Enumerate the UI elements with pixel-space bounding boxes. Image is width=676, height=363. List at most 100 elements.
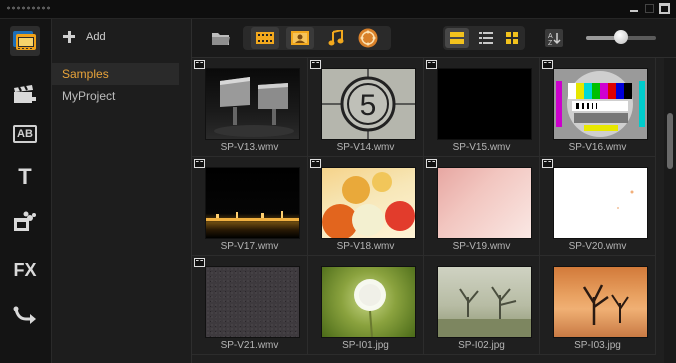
thumbnail-view-button[interactable]	[445, 28, 469, 48]
show-effects-icon	[358, 28, 378, 48]
media-item[interactable]: SP-V13.wmv	[192, 58, 308, 157]
ab-transition-icon: AB	[13, 125, 37, 143]
show-videos-button[interactable]	[251, 27, 279, 49]
media-filename: SP-V21.wmv	[220, 340, 279, 351]
video-file-icon	[542, 159, 553, 168]
ab-text: AB	[17, 128, 33, 140]
thumbnail-white	[554, 168, 647, 238]
show-effects-button[interactable]	[357, 28, 379, 48]
video-file-icon	[310, 60, 321, 69]
clapper-icon	[14, 85, 36, 103]
tool-sidebar: AB T FX	[0, 19, 52, 363]
show-videos-icon	[256, 32, 274, 44]
media-item[interactable]: SP-I02.jpg	[424, 256, 540, 355]
media-item[interactable]: SP-V18.wmv	[308, 157, 424, 256]
thumbnail-desert	[554, 267, 647, 337]
folder-list: Samples MyProject	[52, 63, 179, 107]
list-view-icon	[479, 32, 493, 44]
svg-text:5: 5	[360, 89, 377, 122]
video-file-icon	[194, 60, 205, 69]
thumbnail-testcard	[554, 69, 647, 139]
thumbnail-view-icon	[450, 32, 464, 44]
media-item[interactable]: SP-V21.wmv	[192, 256, 308, 355]
minimize-icon[interactable]	[628, 2, 640, 14]
folder-myproject[interactable]: MyProject	[52, 85, 179, 107]
show-audio-button[interactable]	[325, 28, 347, 48]
media-item[interactable]: SP-I01.jpg	[308, 256, 424, 355]
show-photos-icon	[291, 31, 309, 45]
large-icon-view-button[interactable]	[500, 28, 524, 48]
video-file-icon	[194, 159, 205, 168]
media-filename: SP-V17.wmv	[220, 241, 279, 252]
media-film-icon	[13, 31, 36, 50]
browse-folder-button[interactable]	[211, 28, 231, 48]
media-filename: SP-I03.jpg	[574, 340, 621, 351]
media-filename: SP-V13.wmv	[220, 142, 279, 153]
large-icon-view-icon	[506, 32, 518, 44]
folder-samples[interactable]: Samples	[52, 63, 179, 85]
media-filename: SP-I01.jpg	[342, 340, 389, 351]
instant-project-tool[interactable]	[10, 79, 40, 109]
graphic-tool[interactable]	[10, 207, 40, 237]
media-item[interactable]: 5 SP-V14.wmv	[308, 58, 424, 157]
video-file-icon	[194, 258, 205, 267]
media-item[interactable]: SP-V19.wmv	[424, 157, 540, 256]
show-photos-button[interactable]	[286, 27, 314, 49]
transition-tool[interactable]: AB	[10, 119, 40, 149]
media-item[interactable]: SP-V16.wmv	[540, 58, 656, 157]
title-tool[interactable]: T	[10, 162, 40, 192]
media-filename: SP-V20.wmv	[568, 241, 627, 252]
library-panel: Add Samples MyProject	[52, 19, 192, 363]
scrollbar-thumb[interactable]	[667, 113, 673, 169]
thumbnail-balloons	[322, 168, 415, 238]
zoom-slider-knob[interactable]	[614, 30, 628, 44]
video-file-icon	[426, 60, 437, 69]
maximize-icon[interactable]	[658, 2, 670, 14]
media-grid: SP-V13.wmv 5 SP-V14.wmv SP-V15.wmv SP-V1…	[192, 58, 664, 363]
app-window: AB T FX Add Samples MyProject A Z SP-V13…	[0, 0, 676, 363]
path-icon	[13, 306, 36, 324]
thumbnail-countdown: 5	[322, 69, 415, 139]
media-filename: SP-V19.wmv	[452, 241, 511, 252]
path-tool[interactable]	[10, 300, 40, 330]
thumbnail-dandelion	[322, 267, 415, 337]
graphic-icon	[14, 211, 36, 231]
vertical-scrollbar[interactable]	[664, 58, 676, 363]
window-controls	[628, 2, 670, 14]
library-toolbar: A Z	[192, 19, 676, 58]
add-label: Add	[86, 31, 106, 43]
filter-tool[interactable]: FX	[10, 255, 40, 285]
sort-button[interactable]: A Z	[543, 28, 565, 48]
list-view-button[interactable]	[474, 28, 498, 48]
thumbnail-pink	[438, 168, 531, 238]
svg-text:Z: Z	[548, 40, 553, 47]
video-file-icon	[426, 159, 437, 168]
show-audio-icon	[328, 30, 344, 46]
drag-grip[interactable]	[6, 6, 52, 10]
zoom-slider[interactable]	[586, 30, 656, 46]
thumbnail-trees-fog	[438, 267, 531, 337]
media-filename: SP-I02.jpg	[458, 340, 505, 351]
browse-folder-icon	[212, 33, 230, 45]
media-item[interactable]: SP-V17.wmv	[192, 157, 308, 256]
thumbnail-black	[438, 69, 531, 139]
fx-icon: FX	[13, 259, 37, 280]
media-item[interactable]: SP-V15.wmv	[424, 58, 540, 157]
title-t-icon: T	[18, 164, 32, 189]
add-folder-button[interactable]: Add	[62, 27, 106, 47]
media-item[interactable]: SP-V20.wmv	[540, 157, 656, 256]
media-filename: SP-V14.wmv	[336, 142, 395, 153]
media-filename: SP-V18.wmv	[336, 241, 395, 252]
media-library-tool[interactable]	[10, 26, 40, 56]
sort-icon: A Z	[545, 29, 563, 47]
plus-icon	[62, 30, 76, 44]
video-file-icon	[542, 60, 553, 69]
media-item[interactable]: SP-I03.jpg	[540, 256, 656, 355]
title-bar[interactable]	[0, 0, 676, 19]
media-filename: SP-V16.wmv	[568, 142, 627, 153]
svg-text:A: A	[548, 33, 553, 40]
restore-icon[interactable]	[643, 2, 655, 14]
thumbnail-noise	[206, 267, 299, 337]
media-browser: A Z SP-V13.wmv 5 SP-V14.wmv SP-V15.wmv S…	[192, 19, 676, 363]
thumbnail-billboards	[206, 69, 299, 139]
